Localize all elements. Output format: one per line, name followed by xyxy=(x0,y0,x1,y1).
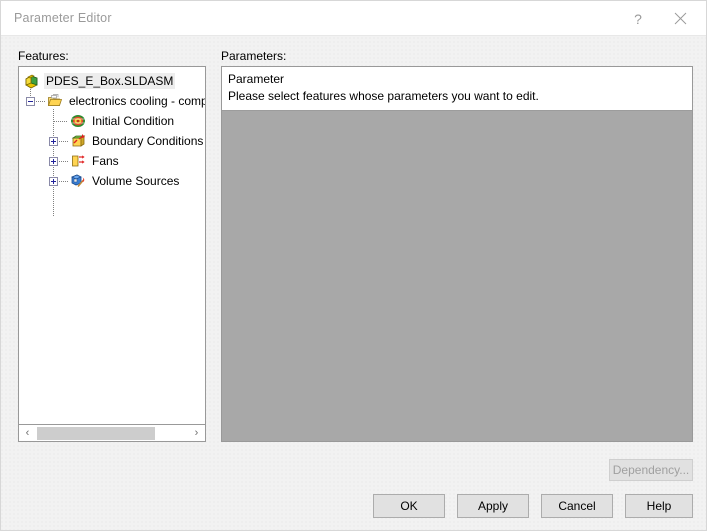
parameters-body xyxy=(222,111,692,441)
tree-connector-line xyxy=(54,121,68,122)
scroll-left-arrow-icon[interactable]: ‹ xyxy=(19,426,36,441)
tree-expander-collapse[interactable] xyxy=(26,97,35,106)
window-title: Parameter Editor xyxy=(14,11,112,25)
ok-button[interactable]: OK xyxy=(373,494,445,518)
tree-expander-expand[interactable] xyxy=(49,137,58,146)
tree-item-label: Fans xyxy=(92,154,119,168)
tree-item-label: Boundary Conditions xyxy=(92,134,204,148)
tree-row[interactable]: Volume Sources xyxy=(19,171,205,191)
parameters-panel[interactable]: Parameter Please select features whose p… xyxy=(221,66,693,442)
initial-condition-icon xyxy=(70,113,86,129)
help-button[interactable]: Help xyxy=(625,494,693,518)
tree-item-label: PDES_E_Box.SLDASM xyxy=(44,73,176,89)
project-folder-icon xyxy=(47,93,63,109)
parameters-header: Parameter Please select features whose p… xyxy=(222,67,692,111)
scrollbar-thumb[interactable] xyxy=(37,426,155,440)
fans-icon xyxy=(70,153,86,169)
tree-row[interactable]: PDES_E_Box.SLDASM xyxy=(19,71,205,91)
tree-horizontal-scrollbar[interactable]: ‹ › xyxy=(18,425,206,442)
parameters-column-header: Parameter xyxy=(228,72,285,86)
parameters-label: Parameters: xyxy=(221,49,287,63)
tree-expander-expand[interactable] xyxy=(49,177,58,186)
tree-connector-line xyxy=(59,141,68,142)
tree-expander-expand[interactable] xyxy=(49,157,58,166)
tree-row[interactable]: Initial Condition xyxy=(19,111,205,131)
help-question-icon[interactable]: ? xyxy=(622,7,654,31)
title-bar: Parameter Editor ? xyxy=(1,1,706,36)
tree-connector-line xyxy=(36,101,46,102)
scrollbar-track[interactable] xyxy=(36,426,188,441)
tree-connector-line xyxy=(59,181,68,182)
boundary-conditions-icon xyxy=(70,133,86,149)
apply-button[interactable]: Apply xyxy=(457,494,529,518)
features-label: Features: xyxy=(18,49,69,63)
parameter-editor-dialog: Parameter Editor ? Features: Parameters: xyxy=(0,0,707,531)
features-tree-panel[interactable]: PDES_E_Box.SLDASM electronics cooling - … xyxy=(18,66,206,425)
close-icon[interactable] xyxy=(664,7,696,31)
tree-item-label: electronics cooling - complete xyxy=(69,94,206,108)
feature-tree: PDES_E_Box.SLDASM electronics cooling - … xyxy=(19,67,205,217)
scroll-right-arrow-icon[interactable]: › xyxy=(188,426,205,441)
dependency-button[interactable]: Dependency... xyxy=(609,459,693,481)
tree-row[interactable]: Boundary Conditions xyxy=(19,131,205,151)
tree-connector-line xyxy=(59,161,68,162)
tree-item-label: Initial Condition xyxy=(92,114,175,128)
tree-row[interactable]: electronics cooling - complete xyxy=(19,91,205,111)
parameters-empty-message: Please select features whose parameters … xyxy=(228,89,539,103)
tree-item-label: Volume Sources xyxy=(92,174,180,188)
volume-sources-icon xyxy=(70,173,86,189)
assembly-icon xyxy=(24,73,40,89)
tree-row[interactable]: Fans xyxy=(19,151,205,171)
cancel-button[interactable]: Cancel xyxy=(541,494,613,518)
